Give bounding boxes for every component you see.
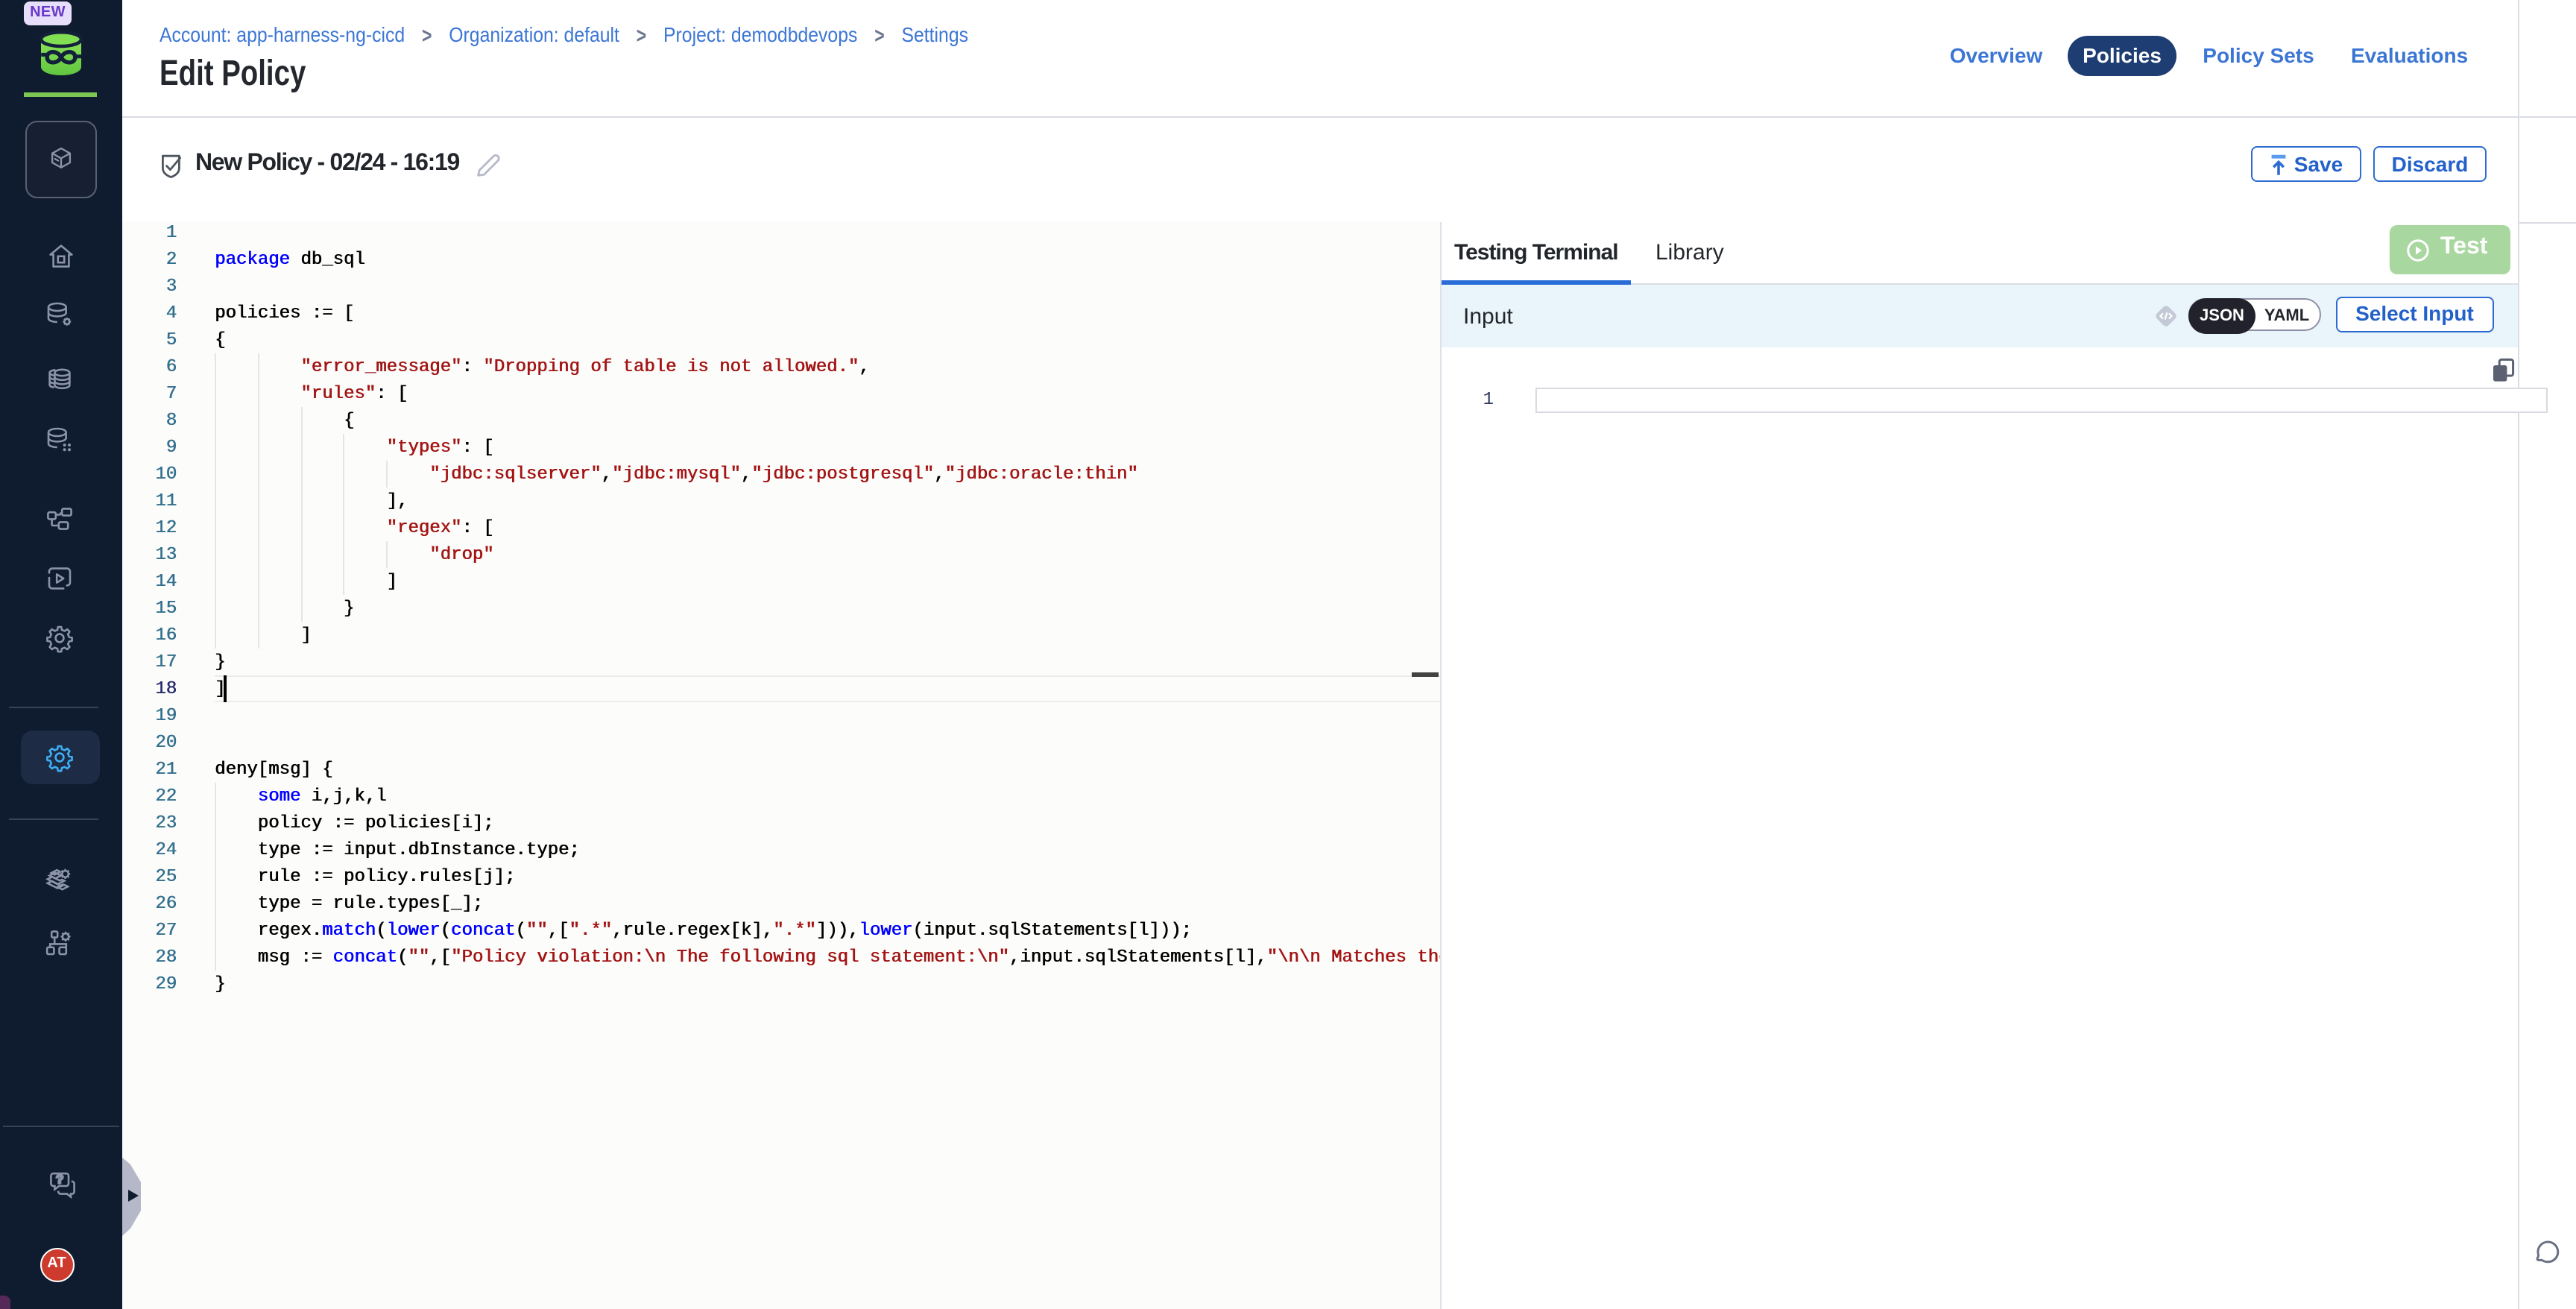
svg-text:?: ?: [56, 1172, 63, 1186]
